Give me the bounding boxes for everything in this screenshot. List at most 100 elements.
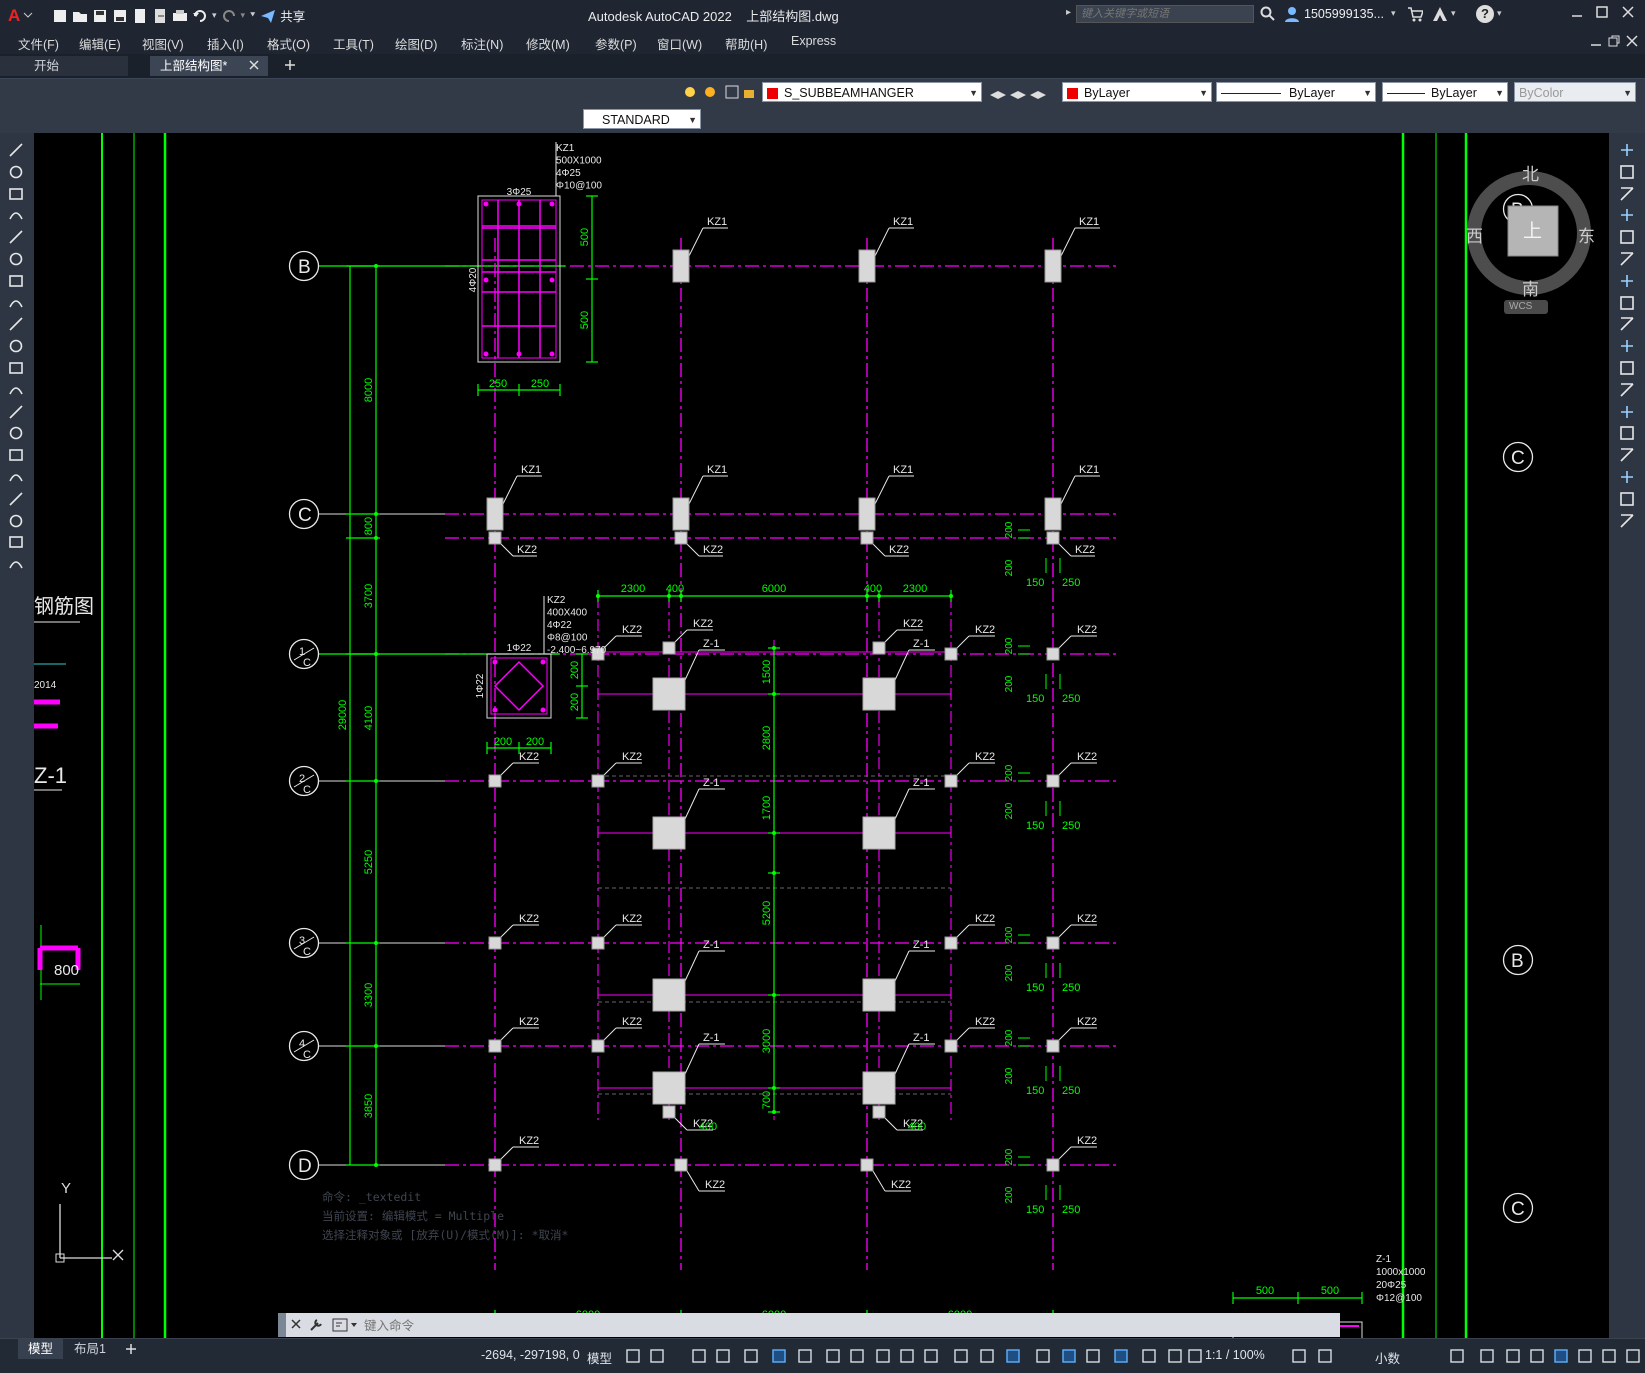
undo-dropdown-icon[interactable]: ▾ [212, 10, 217, 21]
command-close-icon[interactable] [290, 1318, 302, 1333]
new-icon[interactable] [52, 8, 68, 24]
draw-tool-11-icon[interactable] [7, 359, 25, 377]
model-space-button[interactable]: 模型 [587, 1348, 612, 1367]
modify-tool-12-icon[interactable] [1618, 381, 1636, 399]
user-icon[interactable] [1284, 6, 1300, 25]
status-toggle-16-icon[interactable] [1034, 1347, 1052, 1365]
status-toggle-18-icon[interactable] [1084, 1347, 1102, 1365]
menu-window[interactable]: 窗口(W) [657, 34, 702, 53]
new-tab-icon[interactable] [283, 58, 297, 75]
draw-tool-12-icon[interactable] [7, 381, 25, 399]
undo-icon[interactable] [192, 8, 208, 24]
modify-tool-16-icon[interactable] [1618, 468, 1636, 486]
layer-dropdown[interactable]: S_SUBBEAMHANGER ▼ [762, 82, 982, 102]
lineweight-dropdown[interactable]: ByLayer ▼ [1382, 82, 1508, 102]
layer-state-icons[interactable] [682, 83, 762, 104]
draw-tool-18-icon[interactable] [7, 512, 25, 530]
status-toggle-3-icon[interactable] [690, 1347, 708, 1365]
redo-dropdown-icon[interactable]: ▾ [241, 10, 246, 21]
close-icon[interactable] [1620, 4, 1636, 23]
status-toggle-28-icon[interactable] [1528, 1347, 1546, 1365]
status-toggle-31-icon[interactable] [1600, 1347, 1618, 1365]
search-icon[interactable] [1260, 6, 1276, 25]
user-dropdown-icon[interactable]: ▾ [1391, 8, 1396, 19]
plotstyle-dropdown[interactable]: ByColor ▼ [1514, 82, 1636, 102]
doc-restore-icon[interactable] [1607, 34, 1621, 51]
layer-tools-icons[interactable] [988, 83, 1048, 104]
viewcube-top-face[interactable]: 上 [1523, 216, 1542, 243]
status-toggle-12-icon[interactable] [922, 1347, 940, 1365]
save-icon[interactable] [92, 8, 108, 24]
menu-insert[interactable]: 插入(I) [207, 34, 244, 53]
status-toggle-20-icon[interactable] [1140, 1347, 1158, 1365]
viewcube-south[interactable]: 南 [1522, 275, 1539, 300]
autocad-logo[interactable]: A [6, 4, 34, 26]
status-toggle-24-icon[interactable] [1316, 1347, 1334, 1365]
draw-tool-7-icon[interactable] [7, 272, 25, 290]
viewcube[interactable]: 北 南 西 东 上 WCS [1466, 150, 1596, 320]
modify-tool-4-icon[interactable] [1618, 206, 1636, 224]
status-toggle-17-icon[interactable] [1060, 1347, 1078, 1365]
draw-tool-4-icon[interactable] [7, 206, 25, 224]
menu-help[interactable]: 帮助(H) [725, 34, 767, 53]
status-toggle-1-icon[interactable] [624, 1347, 642, 1365]
modify-tool-2-icon[interactable] [1618, 163, 1636, 181]
menu-express[interactable]: Express [791, 34, 836, 48]
command-customize-icon[interactable] [308, 1317, 324, 1336]
annotation-scale[interactable]: 1:1 / 100% [1205, 1348, 1265, 1362]
viewcube-north[interactable]: 北 [1522, 160, 1539, 185]
draw-tool-16-icon[interactable] [7, 468, 25, 486]
draw-tool-14-icon[interactable] [7, 424, 25, 442]
viewcube-west[interactable]: 西 [1466, 222, 1483, 247]
modify-tool-1-icon[interactable] [1618, 141, 1636, 159]
status-toggle-26-icon[interactable] [1478, 1347, 1496, 1365]
status-toggle-21-icon[interactable] [1166, 1347, 1184, 1365]
help-dropdown-icon[interactable]: ▾ [1497, 8, 1502, 19]
command-recent-icon[interactable] [332, 1317, 358, 1336]
app-dropdown-icon[interactable]: ▾ [1451, 8, 1456, 19]
cart-icon[interactable] [1407, 6, 1425, 25]
modify-tool-17-icon[interactable] [1618, 490, 1636, 508]
menu-modify[interactable]: 修改(M) [526, 34, 570, 53]
app-connect-icon[interactable] [1431, 6, 1449, 25]
wcs-menu[interactable]: WCS [1504, 300, 1548, 314]
modify-tool-3-icon[interactable] [1618, 185, 1636, 203]
customize-qat-icon[interactable]: ⯆ [249, 10, 256, 21]
status-toggle-6-icon[interactable] [770, 1347, 788, 1365]
status-toggle-8-icon[interactable] [824, 1347, 842, 1365]
maximize-icon[interactable] [1594, 4, 1610, 23]
modify-tool-8-icon[interactable] [1618, 294, 1636, 312]
tab-start[interactable]: 开始 [0, 56, 128, 76]
draw-tool-15-icon[interactable] [7, 446, 25, 464]
draw-tool-8-icon[interactable] [7, 294, 25, 312]
status-toggle-15-icon[interactable] [1004, 1347, 1022, 1365]
linetype-dropdown[interactable]: ByLayer ▼ [1216, 82, 1376, 102]
viewcube-east[interactable]: 东 [1578, 222, 1595, 247]
menu-parametric[interactable]: 参数(P) [595, 34, 637, 53]
draw-tool-1-icon[interactable] [7, 141, 25, 159]
doc-minimize-icon[interactable] [1589, 34, 1603, 51]
export-icon[interactable] [152, 8, 168, 24]
saveas-icon[interactable] [112, 8, 128, 24]
draw-tool-13-icon[interactable] [7, 403, 25, 421]
modify-tool-7-icon[interactable] [1618, 272, 1636, 290]
redo-icon[interactable] [221, 8, 237, 24]
modify-tool-15-icon[interactable] [1618, 446, 1636, 464]
help-search-input[interactable] [1076, 5, 1254, 23]
doc-close-icon[interactable] [1625, 34, 1639, 51]
draw-tool-5-icon[interactable] [7, 228, 25, 246]
status-toggle-25-icon[interactable] [1448, 1347, 1466, 1365]
command-grip[interactable] [278, 1313, 286, 1337]
menu-dimension[interactable]: 标注(N) [461, 34, 503, 53]
modify-tool-10-icon[interactable] [1618, 337, 1636, 355]
status-toggle-2-icon[interactable] [648, 1347, 666, 1365]
plot-icon[interactable] [172, 8, 188, 24]
command-input[interactable] [362, 1315, 1326, 1337]
status-toggle-29-icon[interactable] [1552, 1347, 1570, 1365]
open-icon[interactable] [72, 8, 88, 24]
minimize-icon[interactable] [1569, 4, 1585, 23]
web-mobile-icon[interactable] [132, 8, 148, 24]
status-toggle-14-icon[interactable] [978, 1347, 996, 1365]
coordinates-readout[interactable]: -2694, -297198, 0 [481, 1348, 580, 1362]
menu-draw[interactable]: 绘图(D) [395, 34, 437, 53]
